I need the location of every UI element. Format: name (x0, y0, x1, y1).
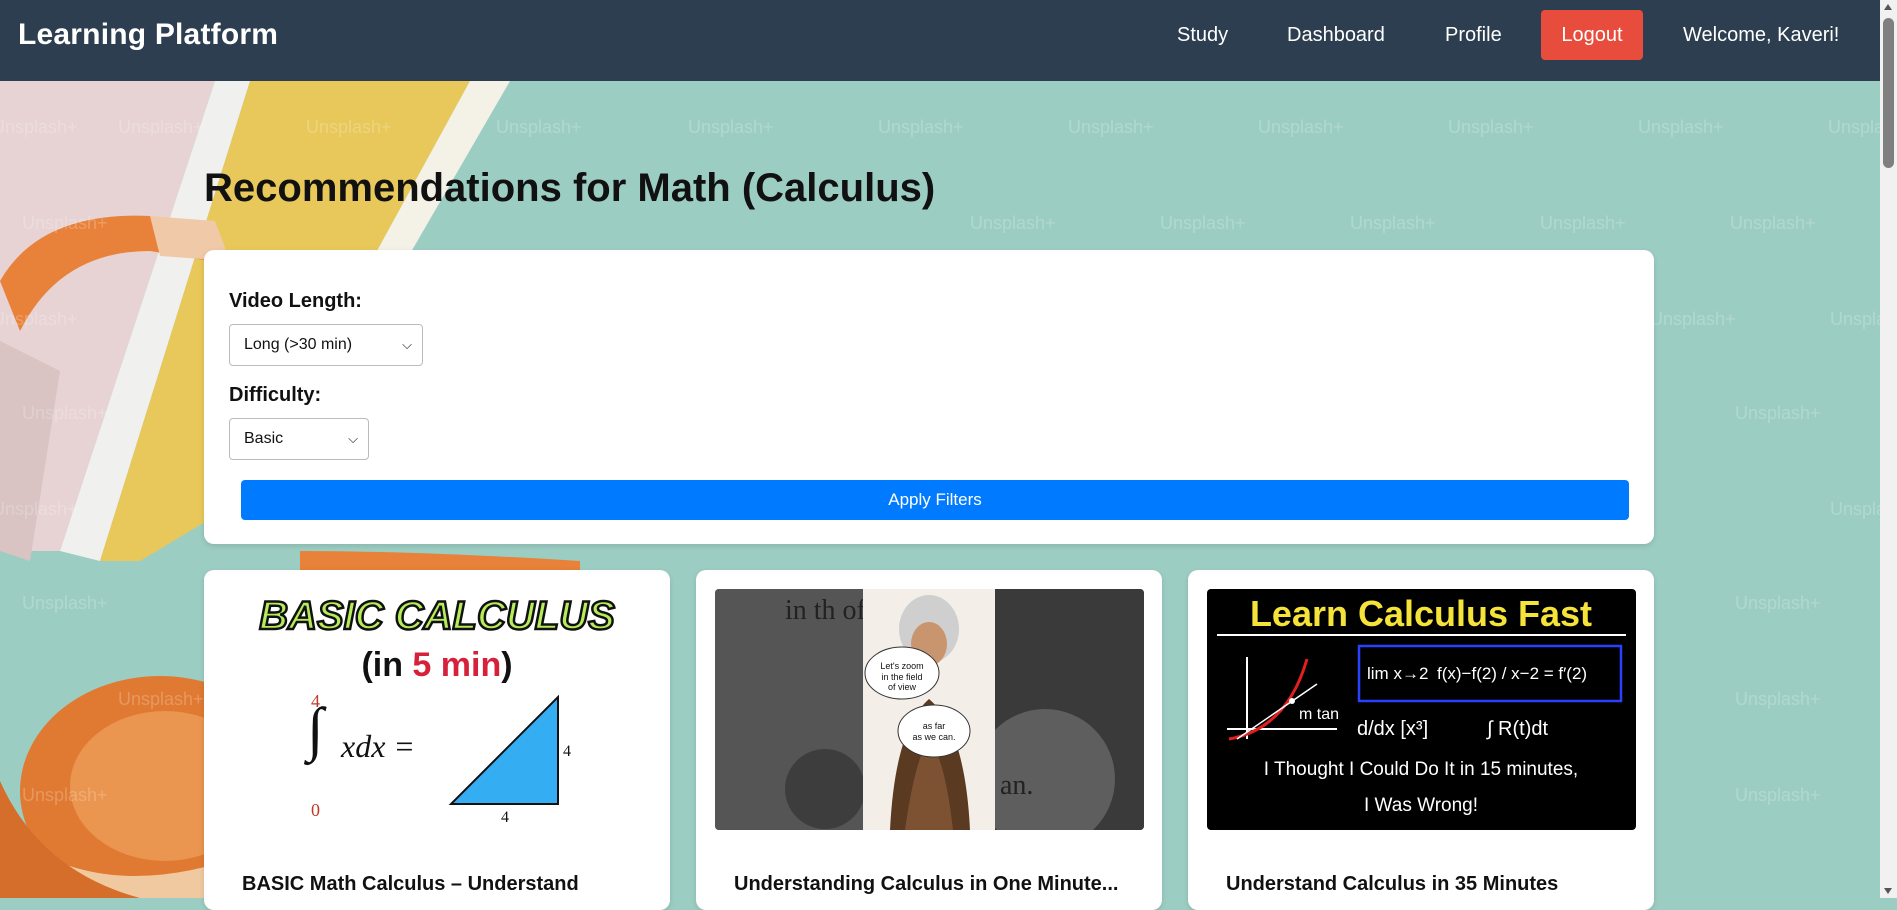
thumbnail-art-learn-calculus-fast: Learn Calculus Fast m tan lim x→2 f(x)−f… (1207, 589, 1636, 830)
thumbnail-art-one-minute: in th of an. Let's zoom in the field of … (715, 589, 1144, 830)
video-thumbnail[interactable]: BASIC CALCULUS (in 5 min) 4 ∫ 0 xdx = 4 … (223, 589, 652, 830)
svg-text:lim x→2: lim x→2 (1367, 664, 1428, 683)
watermark: Unsplash+ (1160, 213, 1246, 233)
watermark: Unsplash+ (0, 309, 78, 329)
watermark: Unsplash+ (22, 593, 108, 613)
svg-text:I Thought I Could Do It in 15: I Thought I Could Do It in 15 minutes, (1264, 759, 1578, 780)
watermark: Unsplash+ (1735, 593, 1821, 613)
welcome-text: Welcome, Kaveri! (1683, 24, 1840, 46)
svg-text:f(x)−f(2) / x−2 = f′(2): f(x)−f(2) / x−2 = f′(2) (1437, 664, 1587, 683)
top-navbar: Learning Platform Study Dashboard Profil… (0, 0, 1880, 81)
watermark: Unsplash+ (1830, 499, 1880, 519)
watermark: Unsplash+ (22, 785, 108, 805)
svg-text:4: 4 (501, 809, 509, 826)
video-length-label: Video Length: (229, 290, 362, 312)
watermark: Unsplash+ (1350, 213, 1436, 233)
watermark: Unsplash+ (1650, 309, 1736, 329)
video-title[interactable]: Understanding Calculus in One Minute... (734, 873, 1118, 896)
watermark: Unsplash+ (118, 117, 204, 137)
page-title: Recommendations for Math (Calculus) (204, 166, 936, 210)
svg-text:as we can.: as we can. (912, 732, 955, 742)
watermark: Unsplash+ (1828, 117, 1880, 137)
svg-text:in the field: in the field (881, 672, 922, 682)
filters-panel: Video Length: Long (>30 min) ⌵ Difficult… (204, 250, 1654, 544)
brand-title[interactable]: Learning Platform (18, 18, 278, 52)
svg-text:I Was Wrong!: I Was Wrong! (1364, 795, 1478, 816)
svg-text:an.: an. (1000, 770, 1033, 801)
watermark: Unsplash+ (0, 117, 78, 137)
watermark: Unsplash+ (688, 117, 774, 137)
chevron-down-icon: ⌵ (348, 431, 358, 446)
svg-text:in th of: in th of (785, 595, 867, 626)
watermark: Unsplash+ (1830, 309, 1880, 329)
watermark: Unsplash+ (1735, 689, 1821, 709)
logout-button[interactable]: Logout (1541, 10, 1643, 60)
watermark: Unsplash+ (1730, 213, 1816, 233)
scroll-down-arrow-icon[interactable] (1884, 888, 1892, 894)
svg-text:4: 4 (563, 743, 571, 760)
difficulty-select[interactable]: Basic ⌵ (229, 418, 369, 460)
watermark: Unsplash+ (1735, 785, 1821, 805)
thumb-heading: BASIC CALCULUS (259, 594, 615, 638)
svg-text:∫ R(t)dt: ∫ R(t)dt (1486, 718, 1548, 740)
video-title[interactable]: BASIC Math Calculus – Understand (242, 873, 579, 896)
video-card[interactable]: BASIC CALCULUS (in 5 min) 4 ∫ 0 xdx = 4 … (204, 570, 670, 910)
watermark: Unsplash+ (1068, 117, 1154, 137)
video-thumbnail[interactable]: in th of an. Let's zoom in the field of … (715, 589, 1144, 830)
svg-text:xdx =: xdx = (340, 728, 415, 764)
chevron-down-icon: ⌵ (402, 337, 412, 352)
svg-text:Learn Calculus Fast: Learn Calculus Fast (1250, 593, 1592, 634)
watermark: Unsplash+ (1258, 117, 1344, 137)
watermark: Unsplash+ (0, 499, 78, 519)
page-scrollbar[interactable] (1880, 0, 1897, 898)
watermark: Unsplash+ (1638, 117, 1724, 137)
apply-filters-button[interactable]: Apply Filters (241, 480, 1629, 520)
difficulty-label: Difficulty: (229, 384, 322, 406)
watermark: Unsplash+ (496, 117, 582, 137)
svg-text:of view: of view (888, 682, 917, 692)
nav-study[interactable]: Study (1177, 24, 1228, 47)
watermark: Unsplash+ (306, 117, 392, 137)
difficulty-value: Basic (244, 430, 284, 447)
nav-dashboard[interactable]: Dashboard (1287, 24, 1385, 47)
video-length-value: Long (>30 min) (244, 336, 353, 353)
watermark: Unsplash+ (118, 689, 204, 709)
svg-text:as far: as far (923, 721, 946, 731)
nav-profile[interactable]: Profile (1445, 24, 1502, 47)
video-title[interactable]: Understand Calculus in 35 Minutes (1226, 873, 1558, 896)
scrollbar-thumb[interactable] (1883, 18, 1894, 168)
watermark: Unsplash+ (970, 213, 1056, 233)
svg-text:Let's zoom: Let's zoom (880, 661, 923, 671)
svg-text:0: 0 (311, 800, 320, 820)
watermark: Unsplash+ (22, 213, 108, 233)
watermark: Unsplash+ (1540, 213, 1626, 233)
video-length-select[interactable]: Long (>30 min) ⌵ (229, 324, 423, 366)
watermark: Unsplash+ (1448, 117, 1534, 137)
svg-text:m tan: m tan (1299, 706, 1339, 723)
thumbnail-art-basic-calculus: BASIC CALCULUS (in 5 min) 4 ∫ 0 xdx = 4 … (223, 589, 652, 830)
video-thumbnail[interactable]: Learn Calculus Fast m tan lim x→2 f(x)−f… (1207, 589, 1636, 830)
scroll-up-arrow-icon[interactable] (1884, 4, 1892, 10)
svg-text:(in 5 min): (in 5 min) (361, 646, 512, 684)
video-card[interactable]: in th of an. Let's zoom in the field of … (696, 570, 1162, 910)
watermark: Unsplash+ (1735, 403, 1821, 423)
video-card[interactable]: Learn Calculus Fast m tan lim x→2 f(x)−f… (1188, 570, 1654, 910)
svg-text:d/dx [x³]: d/dx [x³] (1357, 718, 1428, 740)
watermark: Unsplash+ (22, 403, 108, 423)
watermark: Unsplash+ (878, 117, 964, 137)
